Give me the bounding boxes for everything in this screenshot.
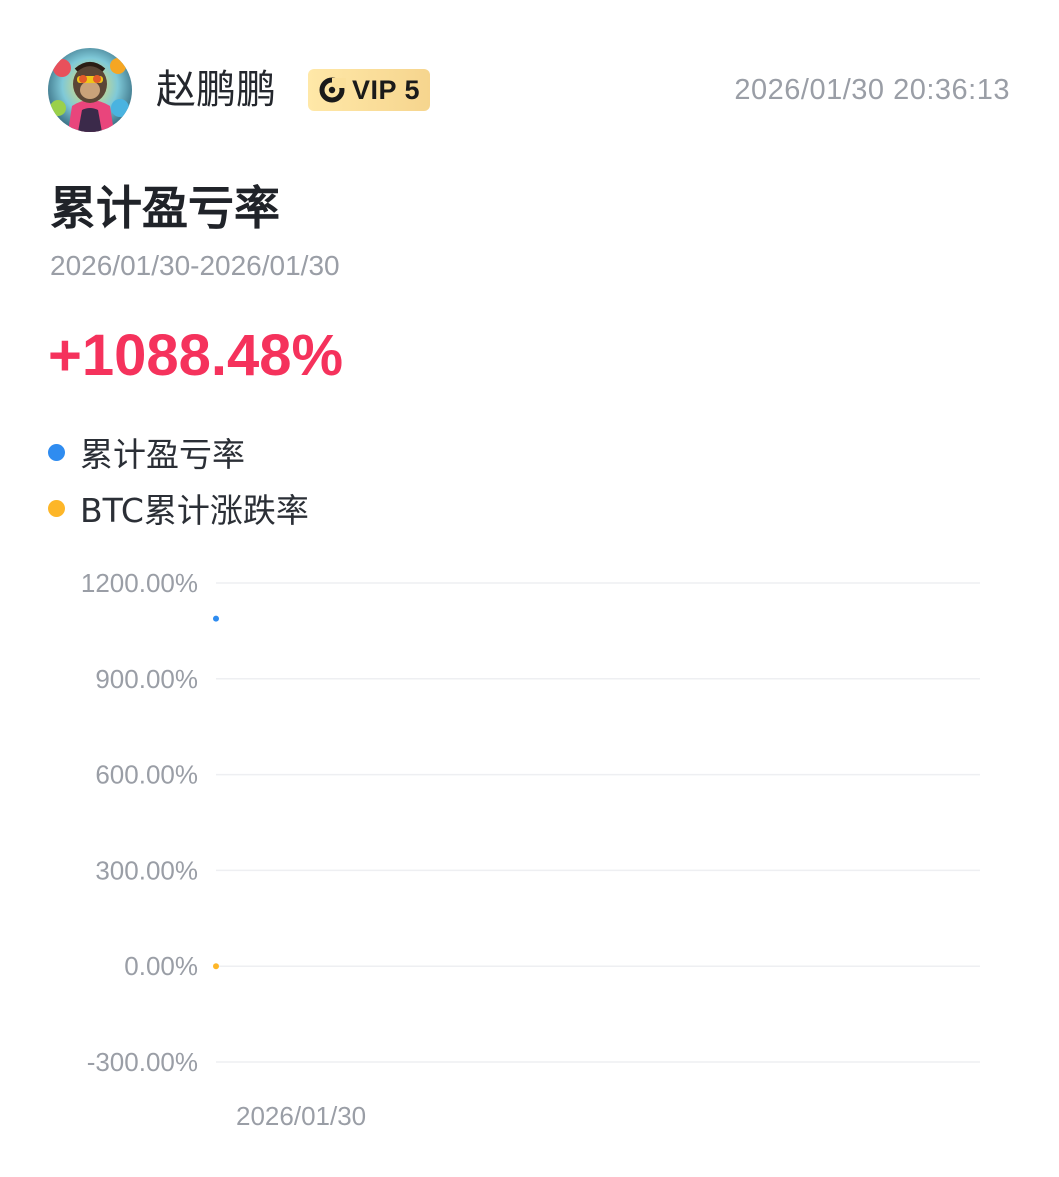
legend-label: 累计盈亏率: [80, 435, 245, 474]
y-tick-label: 0.00%: [124, 951, 198, 981]
vip-level-label: VIP 5: [352, 74, 421, 105]
date-range: 2026/01/30-2026/01/30: [50, 250, 340, 281]
chart-legend: 累计盈亏率 BTC累计涨跌率: [48, 424, 309, 536]
line-chart: 1200.00% 900.00% 600.00% 300.00% 0.00% -300.0…: [81, 568, 980, 1131]
legend-item-btc-rate: BTC累计涨跌率: [48, 480, 309, 536]
y-tick-label: 900.00%: [95, 664, 198, 694]
legend-dot-icon: [48, 443, 65, 461]
vip-badge[interactable]: VIP 5: [308, 69, 431, 111]
legend-dot-icon: [48, 499, 65, 517]
y-tick-label: 1200.00%: [81, 568, 198, 598]
timestamp: 2026/01/30 20:36:13: [734, 74, 1010, 106]
legend-item-pnl-rate: 累计盈亏率: [48, 424, 309, 480]
username: 赵鹏鹏: [156, 67, 276, 113]
data-point: [213, 615, 219, 622]
header: 赵鹏鹏 VIP 5 2026/01/30 20:36:13: [48, 48, 1010, 132]
y-tick-label: 600.00%: [95, 760, 198, 790]
legend-label: BTC累计涨跌率: [80, 491, 309, 530]
vip-ring-icon: [318, 76, 346, 104]
y-tick-label: -300.00%: [87, 1047, 198, 1077]
avatar-image-icon: [48, 48, 132, 132]
data-point: [213, 963, 219, 970]
y-tick-label: 300.00%: [95, 855, 198, 885]
page-title: 累计盈亏率: [50, 181, 280, 235]
cumulative-pnl-value: +1088.48%: [48, 323, 344, 388]
avatar[interactable]: [48, 48, 132, 132]
x-tick-label: 2026/01/30: [236, 1101, 366, 1131]
